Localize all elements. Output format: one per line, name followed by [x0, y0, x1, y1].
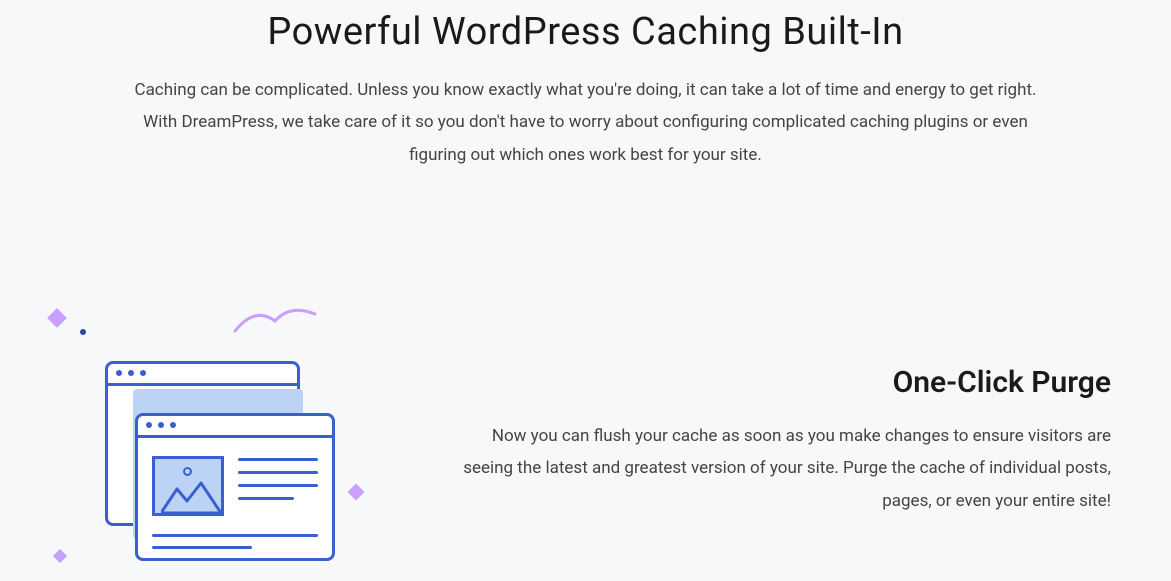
dot-icon — [80, 329, 86, 335]
window-content — [138, 438, 332, 534]
sparkle-icon — [53, 549, 67, 563]
browser-window-front-icon — [135, 413, 335, 561]
window-control-dot-icon — [146, 422, 152, 428]
mountain-icon — [161, 481, 221, 513]
feature-description: Now you can flush your cache as soon as … — [450, 420, 1111, 517]
hero-description: Caching can be complicated. Unless you k… — [126, 74, 1046, 171]
image-placeholder-icon — [152, 456, 224, 516]
hero-title: Powerful WordPress Caching Built-In — [0, 10, 1171, 54]
window-control-dot-icon — [116, 370, 122, 376]
text-line — [238, 471, 318, 474]
window-control-dot-icon — [158, 422, 164, 428]
feature-content: One-Click Purge Now you can flush your c… — [450, 365, 1141, 517]
window-titlebar — [138, 416, 332, 438]
sun-icon — [183, 467, 192, 476]
window-control-dot-icon — [128, 370, 134, 376]
bird-icon — [230, 306, 320, 340]
sparkle-icon — [47, 308, 67, 328]
window-titlebar — [108, 364, 297, 386]
illustration — [30, 301, 450, 581]
hero-section: Powerful WordPress Caching Built-In Cach… — [0, 0, 1171, 171]
window-control-dot-icon — [170, 422, 176, 428]
feature-title: One-Click Purge — [450, 365, 1111, 400]
text-line — [152, 546, 252, 549]
text-line — [238, 484, 318, 487]
sparkle-icon — [348, 483, 365, 500]
window-control-dot-icon — [140, 370, 146, 376]
text-line — [152, 534, 318, 537]
text-line — [238, 458, 318, 461]
text-line — [238, 497, 294, 500]
feature-row: One-Click Purge Now you can flush your c… — [0, 301, 1171, 581]
text-lines-icon — [238, 456, 318, 516]
text-lines-icon — [138, 534, 332, 549]
